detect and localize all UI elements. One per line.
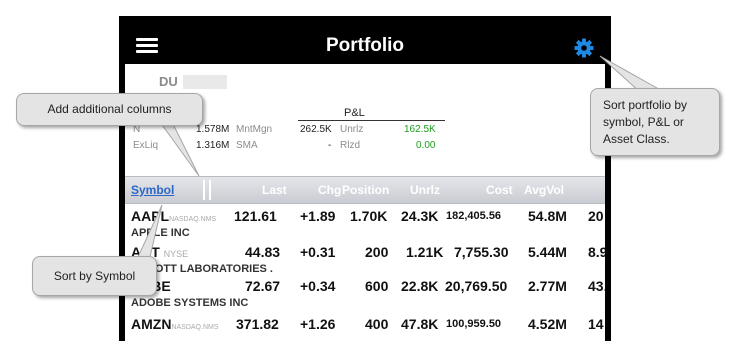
callout-sort-portfolio: Sort portfolio by symbol, P&L or Asset C… <box>590 88 720 156</box>
callout-line: symbol, P&L or <box>603 115 684 129</box>
callout-line: Sort portfolio by <box>603 98 688 112</box>
callout-pointers <box>137 55 666 258</box>
callout-sort-symbol: Sort by Symbol <box>32 256 157 296</box>
callout-line: Asset Class. <box>603 132 670 146</box>
callout-add-columns: Add additional columns <box>16 93 203 126</box>
